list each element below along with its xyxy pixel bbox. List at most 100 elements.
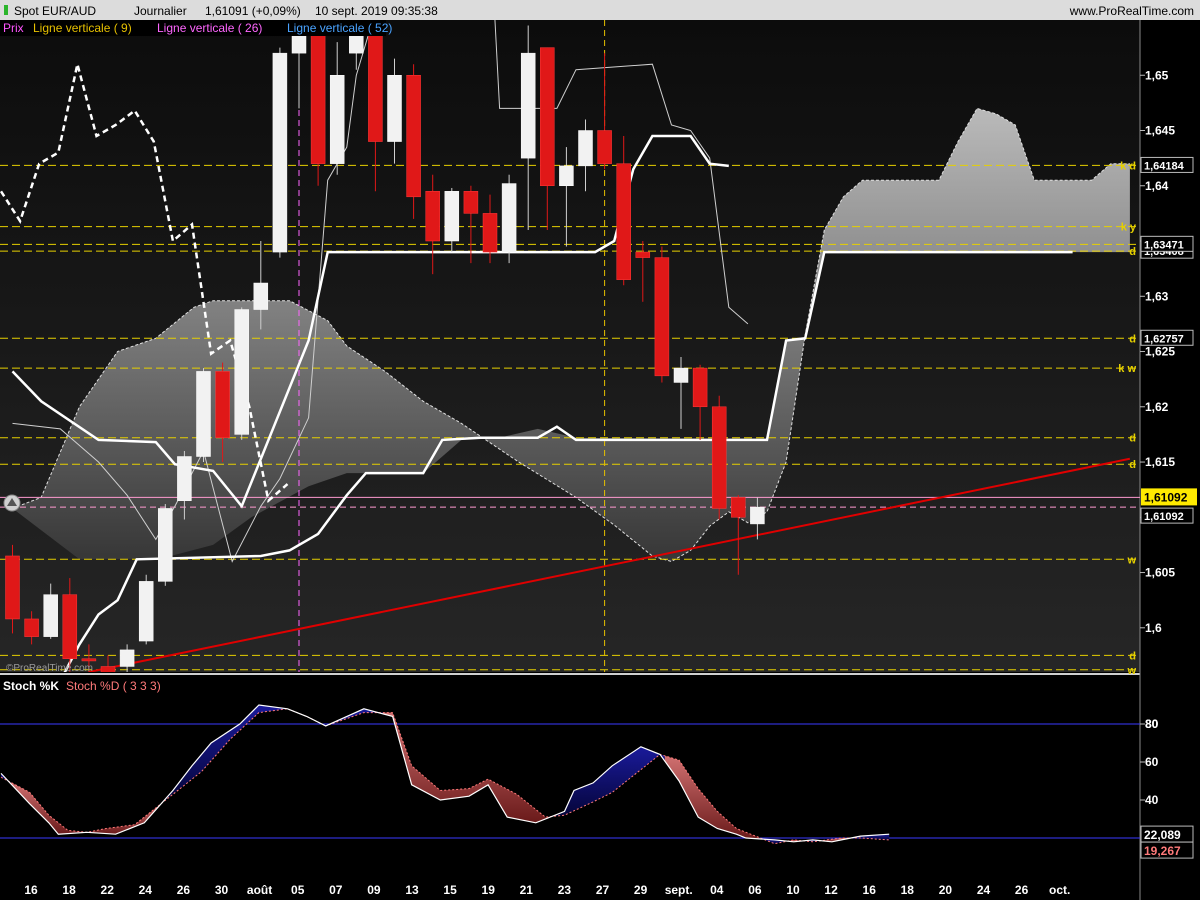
x-tick-label: 27 [596,883,610,897]
level-tag: d [1129,433,1136,445]
x-tick-label: 15 [443,883,457,897]
instrument-title: Spot EUR/AUD [14,4,96,18]
candle-body[interactable] [138,581,154,642]
candle-body[interactable] [482,213,498,253]
candle-body[interactable] [463,191,479,214]
quote-label: 1,61091 (+0,09%) [205,4,301,18]
candle-body[interactable] [215,371,230,438]
price-tick-label: 1,64 [1145,179,1169,193]
candle-body[interactable] [81,658,97,662]
candle-body[interactable] [24,618,39,637]
candle-body[interactable] [272,52,288,253]
candle-body[interactable] [253,282,269,310]
level-tag: k y [1121,222,1137,234]
x-tick-label: 24 [139,883,153,897]
candle-body[interactable] [43,594,58,637]
candle-body[interactable] [62,594,78,659]
candle-body[interactable] [119,649,135,667]
x-tick-label: 22 [101,883,115,897]
x-tick-label: 18 [62,883,76,897]
x-tick-label: 24 [977,883,991,897]
x-tick-label: 10 [786,883,800,897]
x-tick-label: 18 [901,883,915,897]
chart-canvas: 1,61,6051,611,6151,621,6251,631,6351,641… [0,0,1200,900]
legend-vline-26[interactable]: Ligne verticale ( 26) [157,21,262,35]
price-tick-label: 1,645 [1145,124,1175,138]
level-tag: k w [1118,363,1136,375]
legend-vline-9[interactable]: Ligne verticale ( 9) [33,21,132,35]
x-tick-label: 29 [634,883,648,897]
price-tick-label: 1,6 [1145,621,1162,635]
candle-body[interactable] [234,309,249,435]
candle-body[interactable] [673,367,689,383]
stoch-d-value: 19,267 [1144,844,1181,858]
candle-body[interactable] [444,191,460,242]
legend-prix[interactable]: Prix [3,21,24,35]
level-tag: w [1126,554,1136,566]
x-tick-label: 26 [1015,883,1029,897]
x-tick-label: 09 [367,883,381,897]
stoch-tick-label: 60 [1145,755,1159,769]
legend-stoch-d[interactable]: Stoch %D ( 3 3 3) [66,679,161,693]
x-tick-label: 04 [710,883,724,897]
candle-body[interactable] [578,130,593,167]
x-tick-label: 16 [863,883,877,897]
candle-body[interactable] [196,371,211,457]
x-tick-label: 16 [24,883,38,897]
period-label: Journalier [134,4,187,18]
candle-body[interactable] [520,52,536,159]
x-tick-label: 07 [329,883,343,897]
x-tick-label: 13 [405,883,419,897]
x-tick-label: 23 [558,883,572,897]
price-tick-label: 1,605 [1145,566,1175,580]
candle-body[interactable] [329,75,345,164]
legend-vline-52[interactable]: Ligne verticale ( 52) [287,21,392,35]
level-tag: d [1129,650,1136,662]
level-tag: w [1126,665,1136,677]
candle-body[interactable] [425,191,440,242]
legend-main: Prix Ligne verticale ( 9) Ligne vertical… [0,20,392,36]
candle-body[interactable] [540,47,555,187]
level-tag: k d [1120,160,1136,172]
x-tick-label: oct. [1049,883,1070,897]
x-tick-label: 06 [748,883,762,897]
level-tag: d [1129,246,1136,258]
candle-body[interactable] [559,165,574,187]
x-tick-label: 21 [520,883,534,897]
legend-stoch-k[interactable]: Stoch %K [3,679,59,693]
timestamp-label: 10 sept. 2019 09:35:38 [315,4,438,18]
level-value: 1,64184 [1144,160,1185,172]
candle-body[interactable] [387,75,402,142]
level-value: 1,62757 [1144,333,1184,345]
site-label: www.ProRealTime.com [1069,4,1194,18]
x-tick-label: 20 [939,883,953,897]
candle-body[interactable] [158,508,173,582]
candle-body[interactable] [406,75,421,198]
level-value: 1,63471 [1144,239,1184,251]
chart-window: 1,61,6051,611,6151,621,6251,631,6351,641… [0,0,1200,900]
candle-body[interactable] [177,456,192,501]
quote-value: 1,61092 [1144,511,1184,523]
x-tick-label: août [247,883,272,897]
candle-body[interactable] [616,163,631,280]
x-tick-label: sept. [665,883,693,897]
level-tag: d [1129,459,1136,471]
object-handle-icon[interactable] [3,494,21,512]
candle-body[interactable] [635,251,651,258]
stoch-tick-label: 80 [1145,717,1159,731]
candle-body[interactable] [750,506,765,525]
candle-body[interactable] [731,497,746,518]
candle-body[interactable] [597,130,612,164]
stoch-tick-label: 40 [1145,793,1159,807]
price-tick-label: 1,62 [1145,400,1169,414]
candle-body[interactable] [501,183,517,253]
candle-body[interactable] [5,555,20,620]
x-tick-label: 19 [482,883,496,897]
x-tick-label: 12 [824,883,838,897]
stoch-k-value: 22,089 [1144,828,1181,842]
candle-body[interactable] [654,257,670,377]
candle-body[interactable] [692,367,708,408]
candle-body[interactable] [711,406,727,509]
price-tick-label: 1,615 [1145,455,1175,469]
status-icon [4,5,8,15]
